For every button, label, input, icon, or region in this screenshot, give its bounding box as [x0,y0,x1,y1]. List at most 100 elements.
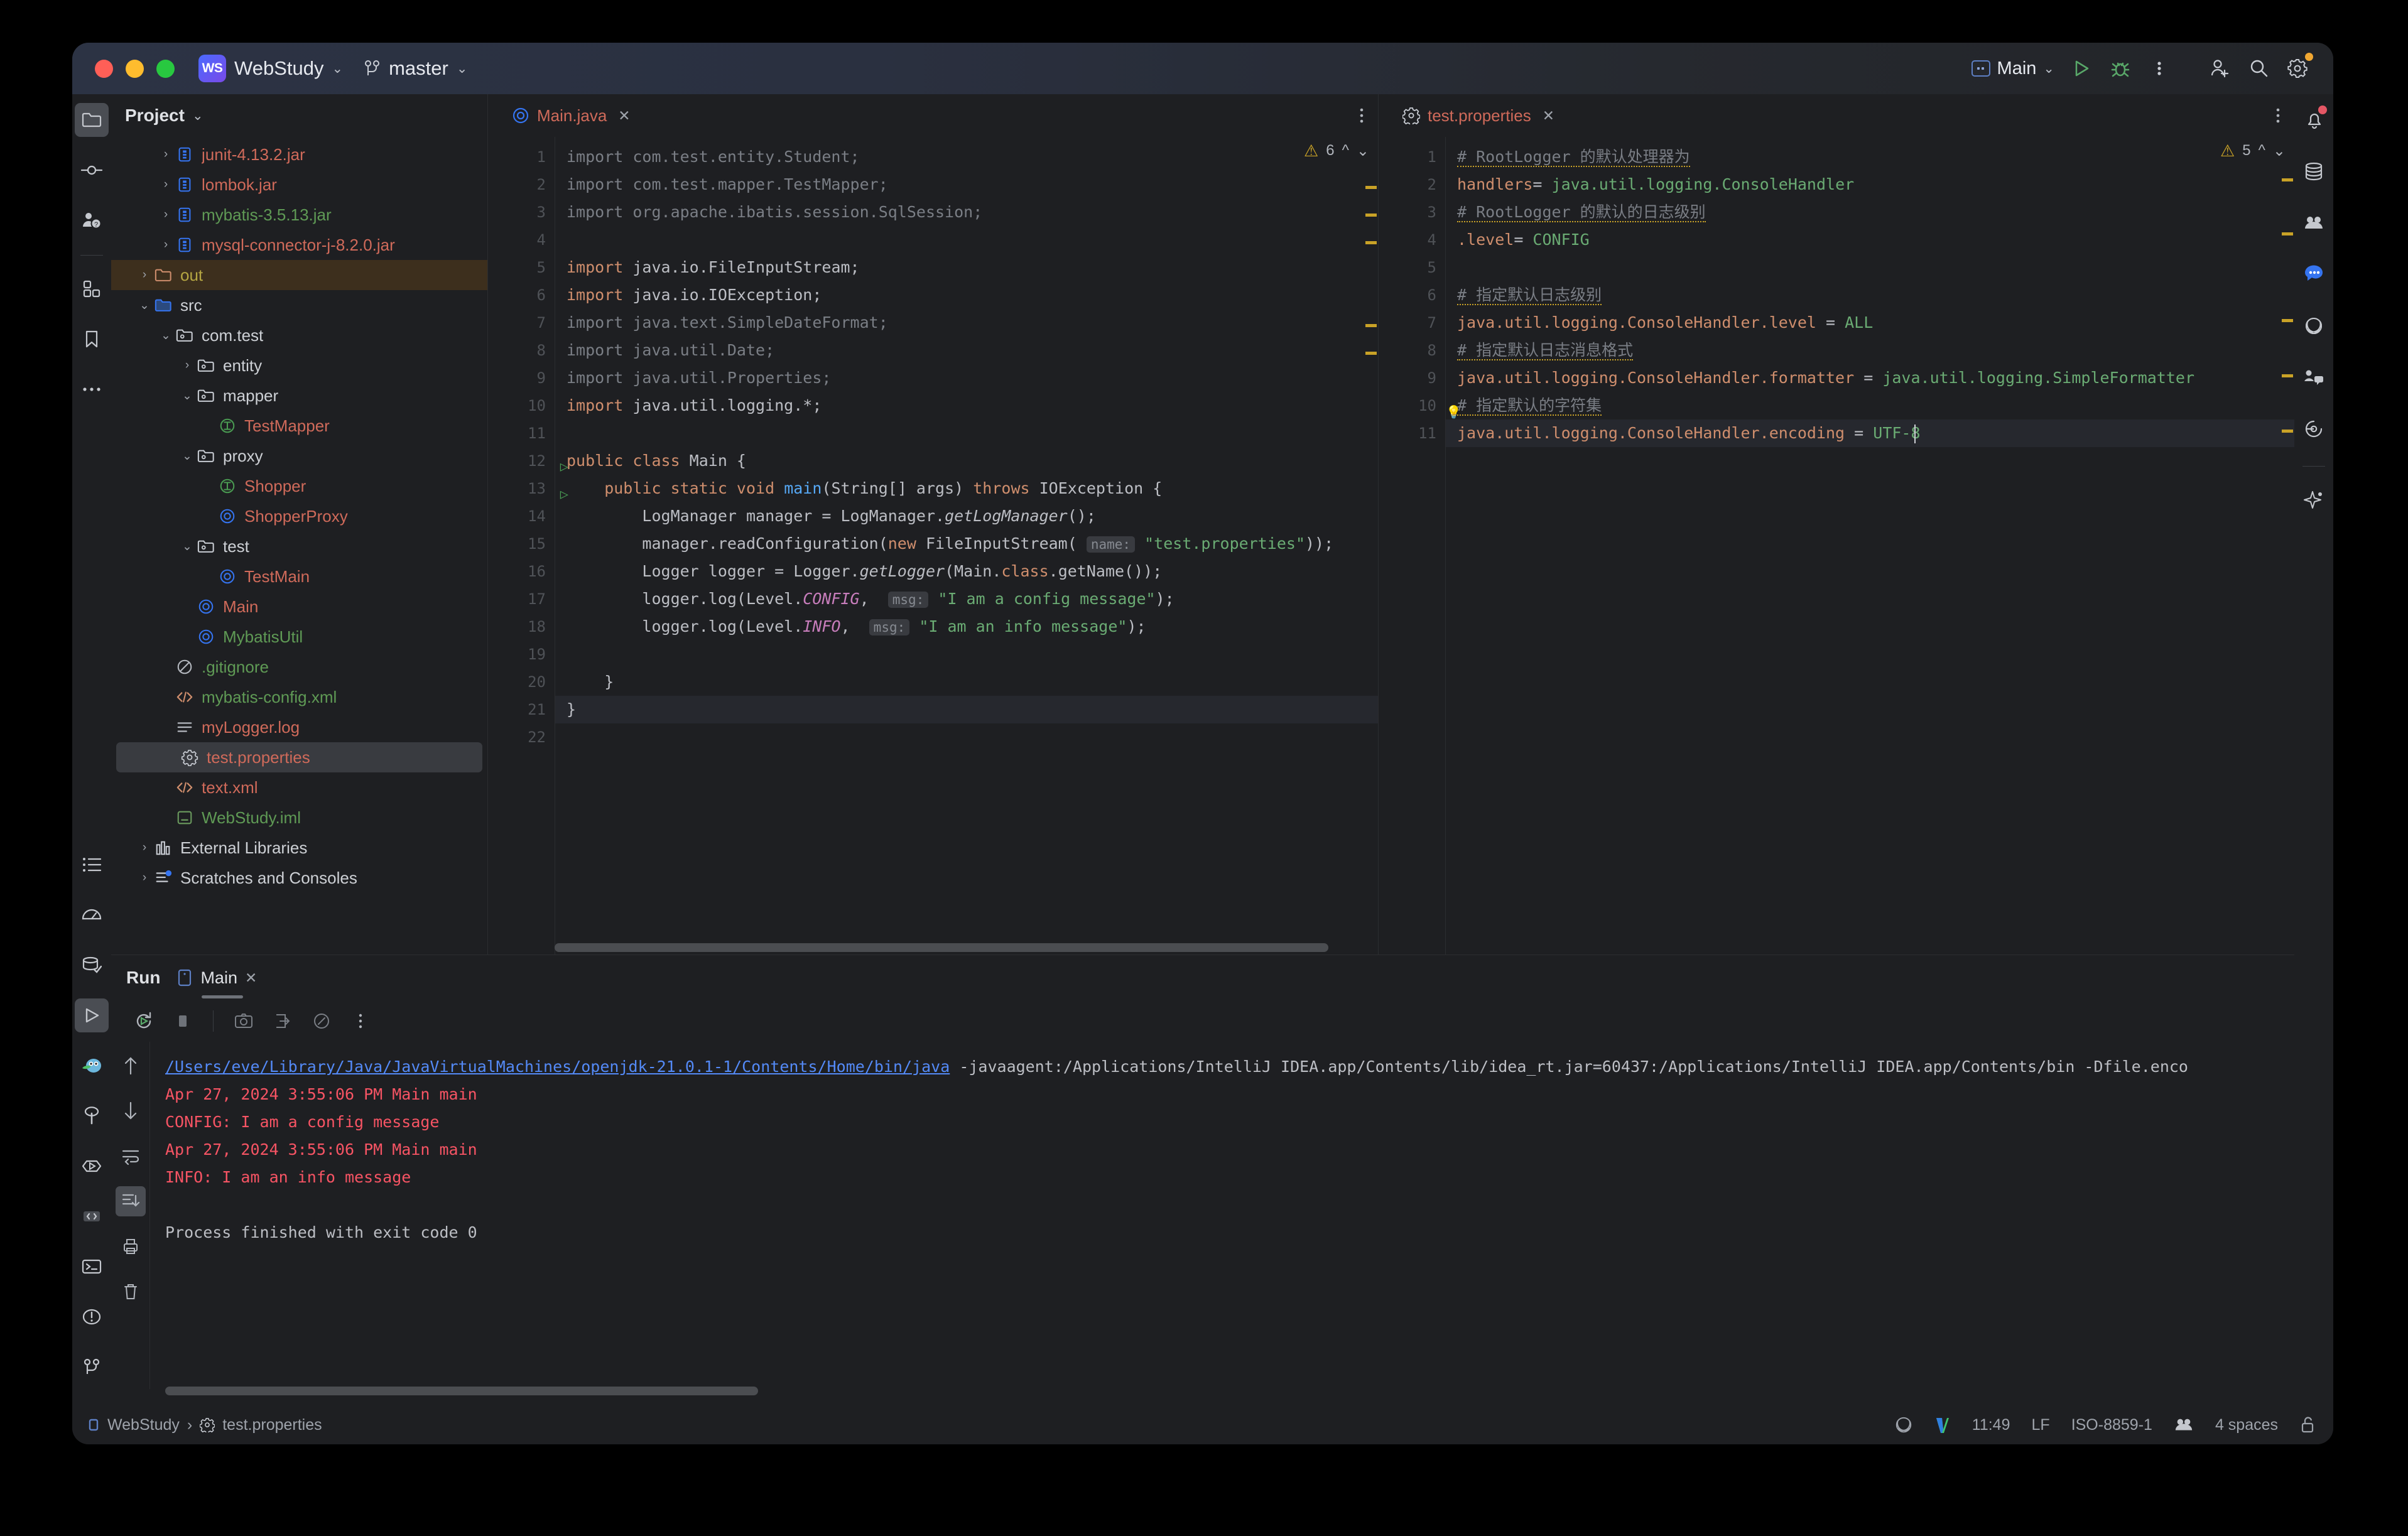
code-line[interactable]: public class Main { [567,447,1378,475]
settings-sync-icon[interactable] [2297,412,2331,446]
tab-options-icon[interactable] [2275,106,2281,125]
code-line[interactable]: java.util.logging.ConsoleHandler.level =… [1457,309,2294,337]
tree-item-out[interactable]: ›out [111,260,487,290]
more-run-actions-button[interactable] [344,1005,377,1037]
console-output[interactable]: /Users/eve/Library/Java/JavaVirtualMachi… [150,1042,2294,1389]
code-line[interactable]: public static void main(String[] args) t… [567,475,1378,502]
settings-gear-icon[interactable] [2278,49,2317,88]
print-icon[interactable] [116,1231,146,1262]
terminal-tool-icon[interactable] [75,1250,109,1284]
chevron-right-icon[interactable]: › [136,841,153,855]
console-horizontal-scrollbar[interactable] [165,1387,2282,1399]
tree-item-proxy[interactable]: ⌄proxy [111,441,487,471]
code-line[interactable]: # 指定默认日志消息格式 [1457,337,2294,364]
close-window-button[interactable] [95,60,113,78]
tree-item-shopperproxy[interactable]: ›ShopperProxy [111,501,487,531]
next-problem-icon[interactable]: ⌄ [2273,142,2286,160]
code-area-right[interactable]: 12345678910💡11 # RootLogger 的默认处理器为handl… [1379,137,2294,955]
caret-position[interactable]: 11:49 [1972,1416,2010,1434]
run-tool-icon[interactable] [75,998,109,1032]
close-icon[interactable]: ✕ [1543,107,1554,124]
notifications-bell-icon[interactable] [2297,103,2331,137]
horizontal-scrollbar-left[interactable] [555,943,1378,952]
code-text-left[interactable]: import com.test.entity.Student;import co… [555,137,1378,955]
tree-item-entity[interactable]: ›entity [111,350,487,381]
next-problem-icon[interactable]: ⌄ [1357,142,1369,160]
code-line[interactable]: logger.log(Level.CONFIG, msg: "I am a co… [567,585,1378,613]
clear-all-icon[interactable] [116,1277,146,1307]
tree-item-src[interactable]: ⌄src [111,290,487,320]
bookmarks-tool-icon[interactable] [75,322,109,356]
tomcat-tool-icon[interactable] [75,1049,109,1083]
tree-item-test[interactable]: ⌄test [111,531,487,561]
tree-item-junit-4-13-2-jar[interactable]: ›junit-4.13.2.jar [111,139,487,170]
code-line[interactable] [567,226,1378,254]
tree-item-text-xml[interactable]: ›text.xml [111,772,487,803]
code-line[interactable] [567,641,1378,668]
close-icon[interactable]: ✕ [618,107,630,124]
code-line[interactable]: import java.util.Properties; [567,364,1378,392]
code-line[interactable]: import com.test.mapper.TestMapper; [567,171,1378,198]
build-tool-icon[interactable] [75,1099,109,1133]
tree-item-mybatis-3-5-13-jar[interactable]: ›mybatis-3.5.13.jar [111,200,487,230]
code-text-right[interactable]: # RootLogger 的默认处理器为handlers= java.util.… [1445,137,2294,955]
screenshot-button[interactable] [227,1005,260,1037]
ai-assistant-tool-icon[interactable]: ? [75,203,109,237]
line-number-gutter-left[interactable]: 123456789101112▷13▷141516171819202122 [488,137,555,955]
codewithme-icon[interactable] [2297,206,2331,240]
more-tool-windows-icon[interactable] [75,372,109,406]
tree-item-testmain[interactable]: ›TestMain [111,561,487,592]
minimize-window-button[interactable] [126,60,144,78]
chevron-down-icon[interactable]: ⌄ [136,298,153,313]
maximize-window-button[interactable] [156,60,175,78]
close-icon[interactable]: ✕ [245,970,257,987]
tree-item-testmapper[interactable]: ›TestMapper [111,411,487,441]
chevron-down-icon[interactable]: ⌄ [179,449,195,463]
code-review-icon[interactable] [2297,360,2331,394]
tree-item-mybatis-config-xml[interactable]: ›mybatis-config.xml [111,682,487,712]
services-tool-icon[interactable] [75,1149,109,1183]
profiler-tool-icon[interactable] [75,898,109,932]
chevron-right-icon[interactable]: › [158,178,174,192]
unlock-icon[interactable] [2299,1415,2317,1434]
problems-tool-icon[interactable] [75,1300,109,1334]
tree-item-external-libraries[interactable]: ›External Libraries [111,833,487,863]
commit-tool-icon[interactable] [75,153,109,187]
database-icon[interactable] [2297,154,2331,188]
project-tree[interactable]: ›junit-4.13.2.jar›lombok.jar›mybatis-3.5… [111,137,487,955]
tree-item-gitignore[interactable]: ›.gitignore [111,652,487,682]
code-line[interactable]: Logger logger = Logger.getLogger(Main.cl… [567,558,1378,585]
code-line[interactable]: import org.apache.ibatis.session.SqlSess… [567,198,1378,226]
tree-item-mapper[interactable]: ⌄mapper [111,381,487,411]
code-line[interactable] [1457,254,2294,281]
code-line[interactable]: handlers= java.util.logging.ConsoleHandl… [1457,171,2294,198]
tree-item-lombok-jar[interactable]: ›lombok.jar [111,170,487,200]
code-line[interactable]: import com.test.entity.Student; [567,143,1378,171]
branch-selector[interactable]: master ⌄ [364,57,467,80]
rerun-button[interactable] [127,1005,160,1037]
line-separator[interactable]: LF [2032,1416,2050,1434]
tree-item-shopper[interactable]: ›Shopper [111,471,487,501]
chevron-right-icon[interactable]: › [136,268,153,282]
code-line[interactable]: # RootLogger 的默认的日志级别 [1457,198,2294,226]
indent-setting[interactable]: 4 spaces [2215,1416,2278,1434]
code-line[interactable]: logger.log(Level.INFO, msg: "I am an inf… [567,613,1378,641]
chevron-right-icon[interactable]: › [158,238,174,252]
tree-item-scratches-and-consoles[interactable]: ›Scratches and Consoles [111,863,487,893]
add-user-button[interactable] [2200,49,2239,88]
status-breadcrumb[interactable]: WebStudy › test.properties [87,1416,322,1434]
prev-problem-icon[interactable]: ^ [1342,142,1349,160]
console-java-path-link[interactable]: /Users/eve/Library/Java/JavaVirtualMachi… [165,1057,950,1076]
chevron-down-icon[interactable]: ⌄ [192,109,203,122]
code-line[interactable]: import java.io.IOException; [567,281,1378,309]
code-line[interactable]: import java.text.SimpleDateFormat; [567,309,1378,337]
chat-bubble-icon[interactable] [2297,257,2331,291]
run-configuration-selector[interactable]: Main ⌄ [1964,55,2062,83]
tab-test-properties[interactable]: test.properties ✕ [1391,94,1566,137]
chevron-down-icon[interactable]: ⌄ [179,389,195,403]
tree-item-mylogger-log[interactable]: ›myLogger.log [111,712,487,742]
tree-item-main[interactable]: ›Main [111,592,487,622]
line-number-gutter-right[interactable]: 12345678910💡11 [1379,137,1445,955]
code-line[interactable] [567,723,1378,751]
todo-tool-icon[interactable] [75,848,109,882]
